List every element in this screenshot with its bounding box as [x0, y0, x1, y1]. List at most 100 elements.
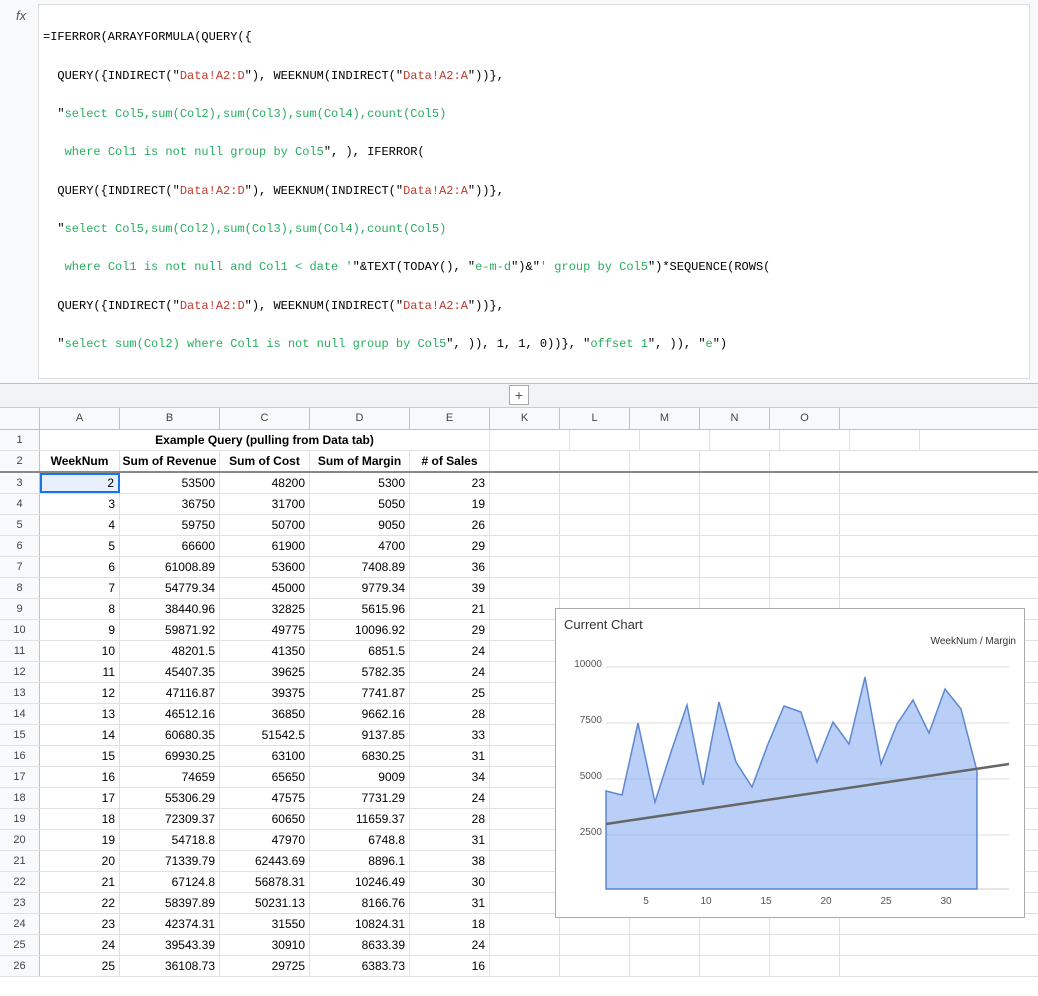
cell-13-d[interactable]: 7741.87: [310, 683, 410, 703]
cell-9-b[interactable]: 38440.96: [120, 599, 220, 619]
cell-17-d[interactable]: 9009: [310, 767, 410, 787]
cell-22-b[interactable]: 67124.8: [120, 872, 220, 892]
cell-22-c[interactable]: 56878.31: [220, 872, 310, 892]
cell-17-c[interactable]: 65650: [220, 767, 310, 787]
cell-4-a[interactable]: 3: [40, 494, 120, 514]
cell-5-a[interactable]: 4: [40, 515, 120, 535]
cell-6-a[interactable]: 5: [40, 536, 120, 556]
cell-11-d[interactable]: 6851.5: [310, 641, 410, 661]
cell-15-d[interactable]: 9137.85: [310, 725, 410, 745]
cell-14-b[interactable]: 46512.16: [120, 704, 220, 724]
cell-13-a[interactable]: 12: [40, 683, 120, 703]
col-header-k[interactable]: K: [490, 408, 560, 429]
col-head-cost[interactable]: Sum of Cost: [220, 451, 310, 471]
col-head-revenue[interactable]: Sum of Revenue: [120, 451, 220, 471]
cell-5-d[interactable]: 9050: [310, 515, 410, 535]
cell-16-b[interactable]: 69930.25: [120, 746, 220, 766]
cell-3-c[interactable]: 48200: [220, 473, 310, 493]
cell-9-a[interactable]: 8: [40, 599, 120, 619]
cell-23-c[interactable]: 50231.13: [220, 893, 310, 913]
cell-24-b[interactable]: 42374.31: [120, 914, 220, 934]
cell-25-a[interactable]: 24: [40, 935, 120, 955]
cell-10-b[interactable]: 59871.92: [120, 620, 220, 640]
cell-3-b[interactable]: 53500: [120, 473, 220, 493]
col-head-margin[interactable]: Sum of Margin: [310, 451, 410, 471]
cell-8-c[interactable]: 45000: [220, 578, 310, 598]
cell-7-a[interactable]: 6: [40, 557, 120, 577]
cell-12-e[interactable]: 24: [410, 662, 490, 682]
cell-4-b[interactable]: 36750: [120, 494, 220, 514]
cell-11-e[interactable]: 24: [410, 641, 490, 661]
cell-16-d[interactable]: 6830.25: [310, 746, 410, 766]
cell-6-b[interactable]: 66600: [120, 536, 220, 556]
cell-10-c[interactable]: 49775: [220, 620, 310, 640]
cell-13-b[interactable]: 47116.87: [120, 683, 220, 703]
cell-7-e[interactable]: 36: [410, 557, 490, 577]
cell-10-a[interactable]: 9: [40, 620, 120, 640]
cell-21-e[interactable]: 38: [410, 851, 490, 871]
cell-5-e[interactable]: 26: [410, 515, 490, 535]
cell-9-e[interactable]: 21: [410, 599, 490, 619]
cell-11-b[interactable]: 48201.5: [120, 641, 220, 661]
cell-24-a[interactable]: 23: [40, 914, 120, 934]
cell-7-c[interactable]: 53600: [220, 557, 310, 577]
formula-content[interactable]: =IFERROR(ARRAYFORMULA(QUERY({ QUERY({IND…: [38, 4, 1030, 379]
col-header-n[interactable]: N: [700, 408, 770, 429]
cell-26-d[interactable]: 6383.73: [310, 956, 410, 976]
cell-21-b[interactable]: 71339.79: [120, 851, 220, 871]
cell-12-a[interactable]: 11: [40, 662, 120, 682]
col-header-d[interactable]: D: [310, 408, 410, 429]
cell-26-e[interactable]: 16: [410, 956, 490, 976]
cell-15-e[interactable]: 33: [410, 725, 490, 745]
cell-25-b[interactable]: 39543.39: [120, 935, 220, 955]
cell-3-a[interactable]: 2: [40, 473, 120, 493]
cell-8-d[interactable]: 9779.34: [310, 578, 410, 598]
cell-7-d[interactable]: 7408.89: [310, 557, 410, 577]
cell-22-d[interactable]: 10246.49: [310, 872, 410, 892]
cell-16-c[interactable]: 63100: [220, 746, 310, 766]
cell-5-b[interactable]: 59750: [120, 515, 220, 535]
cell-15-b[interactable]: 60680.35: [120, 725, 220, 745]
col-header-l[interactable]: L: [560, 408, 630, 429]
cell-20-b[interactable]: 54718.8: [120, 830, 220, 850]
cell-3-e[interactable]: 23: [410, 473, 490, 493]
cell-20-a[interactable]: 19: [40, 830, 120, 850]
cell-5-c[interactable]: 50700: [220, 515, 310, 535]
col-header-m[interactable]: M: [630, 408, 700, 429]
cell-25-d[interactable]: 8633.39: [310, 935, 410, 955]
cell-17-e[interactable]: 34: [410, 767, 490, 787]
cell-13-e[interactable]: 25: [410, 683, 490, 703]
cell-25-e[interactable]: 24: [410, 935, 490, 955]
cell-21-a[interactable]: 20: [40, 851, 120, 871]
cell-8-b[interactable]: 54779.34: [120, 578, 220, 598]
cell-6-d[interactable]: 4700: [310, 536, 410, 556]
cell-18-c[interactable]: 47575: [220, 788, 310, 808]
cell-3-d[interactable]: 5300: [310, 473, 410, 493]
cell-4-d[interactable]: 5050: [310, 494, 410, 514]
cell-7-b[interactable]: 61008.89: [120, 557, 220, 577]
cell-25-c[interactable]: 30910: [220, 935, 310, 955]
cell-11-c[interactable]: 41350: [220, 641, 310, 661]
cell-8-e[interactable]: 39: [410, 578, 490, 598]
cell-16-a[interactable]: 15: [40, 746, 120, 766]
cell-12-b[interactable]: 45407.35: [120, 662, 220, 682]
col-header-c[interactable]: C: [220, 408, 310, 429]
cell-20-e[interactable]: 31: [410, 830, 490, 850]
cell-26-c[interactable]: 29725: [220, 956, 310, 976]
cell-14-c[interactable]: 36850: [220, 704, 310, 724]
cell-18-e[interactable]: 24: [410, 788, 490, 808]
cell-22-e[interactable]: 30: [410, 872, 490, 892]
cell-14-d[interactable]: 9662.16: [310, 704, 410, 724]
cell-9-c[interactable]: 32825: [220, 599, 310, 619]
col-header-b[interactable]: B: [120, 408, 220, 429]
cell-21-c[interactable]: 62443.69: [220, 851, 310, 871]
cell-6-e[interactable]: 29: [410, 536, 490, 556]
cell-14-e[interactable]: 28: [410, 704, 490, 724]
cell-18-a[interactable]: 17: [40, 788, 120, 808]
cell-11-a[interactable]: 10: [40, 641, 120, 661]
cell-15-c[interactable]: 51542.5: [220, 725, 310, 745]
cell-17-b[interactable]: 74659: [120, 767, 220, 787]
cell-12-c[interactable]: 39625: [220, 662, 310, 682]
cell-4-e[interactable]: 19: [410, 494, 490, 514]
cell-15-a[interactable]: 14: [40, 725, 120, 745]
